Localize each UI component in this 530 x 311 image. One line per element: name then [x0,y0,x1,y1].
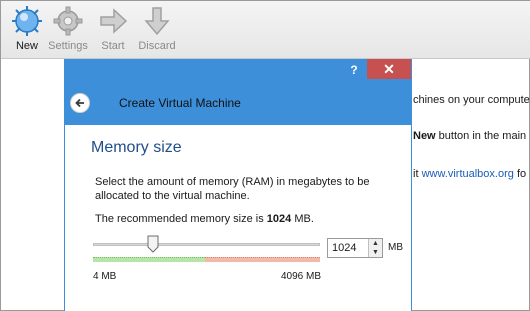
discard-label: Discard [138,40,176,52]
memory-slider-track[interactable] [93,243,320,246]
spin-down-icon[interactable]: ▼ [368,248,382,257]
memory-max-label: 4096 MB [281,271,322,282]
memory-description: Select the amount of memory (RAM) in meg… [95,176,370,202]
memory-min-label: 4 MB [93,271,117,282]
memory-value: 1024 [332,242,357,254]
dialog-header: ? ✕ Create Virtual Machine [65,59,411,125]
welcome-line-3-pre: it [413,168,422,180]
help-button[interactable]: ? [346,62,362,78]
welcome-text-line-3: it www.virtualbox.org fo [413,168,526,180]
arrow-down-icon [141,5,173,37]
arrow-right-icon [97,5,129,37]
spin-up-icon[interactable]: ▲ [368,239,382,248]
recommended-memory-text: The recommended memory size is 1024 MB. [95,213,314,225]
welcome-text-line-2: New button in the main [413,130,526,142]
memory-spinbox[interactable]: 1024 ▲ ▼ [327,238,383,258]
discard-button[interactable]: Discard [131,5,183,52]
memory-slider-handle[interactable] [147,235,159,253]
close-button[interactable]: ✕ [367,59,411,79]
welcome-line-3-post: fo [513,168,527,180]
memory-unit-label: MB [388,242,403,253]
toolbar: New Settings Start Discard [1,1,530,59]
recommended-prefix: The recommended memory size is [95,213,267,225]
back-button[interactable] [70,93,90,113]
new-icon [11,5,43,37]
back-arrow-icon [75,98,84,108]
section-title: Memory size [91,139,182,156]
virtualbox-link[interactable]: www.virtualbox.org [422,168,514,180]
welcome-new-bold: New [413,130,436,142]
recommended-value: 1024 [266,213,292,225]
memory-unsafe-range [205,257,320,262]
welcome-text-line-1: chines on your computer. [413,94,530,106]
gear-icon [52,5,84,37]
memory-safe-range [93,257,205,262]
dialog-title: Create Virtual Machine [119,96,241,110]
recommended-suffix: MB. [291,213,314,225]
create-vm-dialog: ? ✕ Create Virtual Machine Memory size S… [64,59,412,311]
welcome-line-2-rest: button in the main [435,130,527,142]
